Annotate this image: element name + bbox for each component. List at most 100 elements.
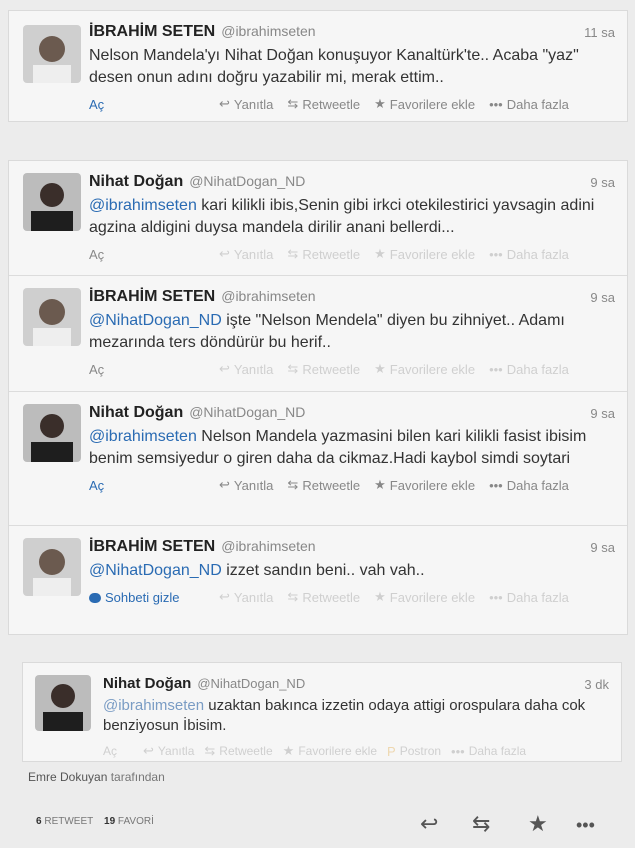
avatar[interactable] bbox=[23, 538, 81, 596]
more-icon: ••• bbox=[489, 96, 503, 112]
mention-link[interactable]: @NihatDogan_ND bbox=[89, 312, 222, 329]
tweet-time[interactable]: 9 sa bbox=[590, 175, 615, 190]
more-icon: ••• bbox=[489, 246, 503, 262]
reply-icon: ↩ bbox=[219, 477, 230, 492]
retweeted-by: Emre Dokuyan tarafından bbox=[28, 770, 165, 784]
postron-button[interactable]: P Postron bbox=[387, 744, 441, 759]
user-handle[interactable]: @NihatDogan_ND bbox=[189, 173, 305, 189]
tweet-time[interactable]: 9 sa bbox=[590, 406, 615, 421]
retweet-button[interactable]: ⇆ Retweetle bbox=[287, 361, 360, 377]
expand-link[interactable]: Aç bbox=[89, 97, 219, 112]
tweet-text: Nelson Mandela'yı Nihat Doğan konuşuyor … bbox=[89, 47, 579, 86]
avatar[interactable] bbox=[23, 288, 81, 346]
more-button[interactable]: ••• Daha fazla bbox=[489, 590, 569, 605]
favorite-button[interactable]: ★ Favorilere ekle bbox=[374, 96, 475, 112]
avatar[interactable] bbox=[35, 675, 91, 731]
avatar[interactable] bbox=[23, 25, 81, 83]
postron-icon: P bbox=[387, 743, 396, 759]
reply-icon: ↩ bbox=[219, 96, 230, 111]
reply-button[interactable]: ↩ Yanıtla bbox=[219, 96, 273, 112]
reply-button[interactable]: ↩ Yanıtla bbox=[143, 743, 194, 759]
expand-link[interactable]: Aç bbox=[89, 362, 219, 377]
star-icon: ★ bbox=[374, 246, 386, 261]
star-icon: ★ bbox=[282, 743, 295, 758]
user-handle[interactable]: @ibrahimseten bbox=[221, 23, 315, 39]
user-name[interactable]: Nihat Doğan bbox=[89, 173, 183, 191]
star-icon[interactable]: ★ bbox=[528, 811, 548, 837]
mention-link[interactable]: @ibrahimseten bbox=[103, 697, 204, 714]
user-handle[interactable]: @NihatDogan_ND bbox=[197, 676, 305, 691]
user-name[interactable]: İBRAHİM SETEN bbox=[89, 288, 215, 306]
star-icon: ★ bbox=[374, 96, 386, 111]
user-handle[interactable]: @ibrahimseten bbox=[221, 538, 315, 554]
retweet-button[interactable]: ⇆ Retweetle bbox=[287, 96, 360, 112]
retweeter-link[interactable]: Emre Dokuyan bbox=[28, 770, 107, 784]
tweet-4: 9 sa Nihat Doğan @NihatDogan_ND @ibrahim… bbox=[9, 392, 627, 525]
tweet-5: 9 sa İBRAHİM SETEN @ibrahimseten @NihatD… bbox=[9, 526, 627, 636]
expand-link[interactable]: Aç bbox=[89, 247, 219, 262]
star-icon: ★ bbox=[374, 477, 386, 492]
retweet-button[interactable]: ⇆ Retweetle bbox=[204, 743, 272, 759]
tweet-time[interactable]: 9 sa bbox=[590, 290, 615, 305]
avatar[interactable] bbox=[23, 404, 81, 462]
tweet-stats: 6 RETWEET 19 FAVORİ bbox=[36, 816, 154, 827]
more-icon: ••• bbox=[489, 361, 503, 377]
more-icon: ••• bbox=[489, 589, 503, 605]
tweet-3: 9 sa İBRAHİM SETEN @ibrahimseten @NihatD… bbox=[9, 276, 627, 391]
more-button[interactable]: ••• Daha fazla bbox=[489, 247, 569, 262]
user-name[interactable]: İBRAHİM SETEN bbox=[89, 538, 215, 556]
reply-icon: ↩ bbox=[143, 743, 154, 758]
mention-link[interactable]: @ibrahimseten bbox=[89, 197, 197, 214]
mention-link[interactable]: @ibrahimseten bbox=[89, 428, 197, 445]
chat-bubble-icon bbox=[89, 593, 101, 604]
reply-icon: ↩ bbox=[219, 589, 230, 604]
favorite-button[interactable]: ★ Favorilere ekle bbox=[283, 743, 377, 759]
tweet-text: @NihatDogan_ND izzet sandın beni.. vah v… bbox=[89, 562, 425, 579]
retweet-icon: ⇆ bbox=[204, 743, 216, 758]
user-name[interactable]: Nihat Doğan bbox=[89, 404, 183, 422]
favorite-button[interactable]: ★ Favorilere ekle bbox=[374, 477, 475, 493]
retweet-icon: ⇆ bbox=[287, 96, 299, 111]
favorite-button[interactable]: ★ Favorilere ekle bbox=[374, 589, 475, 605]
final-tweet-card: 3 dk Nihat Doğan @NihatDogan_ND @ibrahim… bbox=[22, 662, 622, 762]
tweet-time[interactable]: 11 sa bbox=[584, 25, 615, 40]
more-icon[interactable]: ••• bbox=[576, 815, 595, 836]
user-name[interactable]: Nihat Doğan bbox=[103, 675, 191, 692]
user-name[interactable]: İBRAHİM SETEN bbox=[89, 23, 215, 41]
expand-link[interactable]: Aç bbox=[89, 478, 219, 493]
retweet-icon: ⇆ bbox=[287, 361, 299, 376]
reply-icon: ↩ bbox=[219, 361, 230, 376]
favorite-button[interactable]: ★ Favorilere ekle bbox=[374, 246, 475, 262]
more-button[interactable]: ••• Daha fazla bbox=[489, 362, 569, 377]
reply-button[interactable]: ↩ Yanıtla bbox=[219, 246, 273, 262]
avatar[interactable] bbox=[23, 173, 81, 231]
more-button[interactable]: ••• Daha fazla bbox=[489, 478, 569, 493]
mention-link[interactable]: @NihatDogan_ND bbox=[89, 562, 222, 579]
reply-button[interactable]: ↩ Yanıtla bbox=[219, 361, 273, 377]
expand-link[interactable]: Aç bbox=[103, 744, 143, 758]
more-button[interactable]: ••• Daha fazla bbox=[489, 97, 569, 112]
retweet-icon: ⇆ bbox=[287, 589, 299, 604]
retweet-button[interactable]: ⇆ Retweetle bbox=[287, 246, 360, 262]
reply-icon[interactable]: ↩ bbox=[420, 811, 438, 837]
user-handle[interactable]: @NihatDogan_ND bbox=[189, 404, 305, 420]
more-icon: ••• bbox=[451, 743, 465, 759]
more-button[interactable]: ••• Daha fazla bbox=[451, 744, 526, 759]
retweet-icon[interactable]: ⇆ bbox=[472, 811, 490, 837]
retweet-count[interactable]: 6 bbox=[36, 816, 42, 827]
hide-conversation-link[interactable]: Sohbeti gizle bbox=[89, 590, 219, 605]
favorite-count[interactable]: 19 bbox=[104, 816, 115, 827]
tweet-text: @NihatDogan_ND işte "Nelson Mendela" diy… bbox=[89, 312, 565, 351]
user-handle[interactable]: @ibrahimseten bbox=[221, 288, 315, 304]
favorite-button[interactable]: ★ Favorilere ekle bbox=[374, 361, 475, 377]
star-icon: ★ bbox=[374, 589, 386, 604]
tweet-time[interactable]: 9 sa bbox=[590, 540, 615, 555]
tweet-text: @ibrahimseten uzaktan bakınca izzetin od… bbox=[103, 697, 586, 734]
tweet-time[interactable]: 3 dk bbox=[584, 677, 609, 692]
retweet-button[interactable]: ⇆ Retweetle bbox=[287, 589, 360, 605]
retweet-button[interactable]: ⇆ Retweetle bbox=[287, 477, 360, 493]
retweet-icon: ⇆ bbox=[287, 477, 299, 492]
reply-button[interactable]: ↩ Yanıtla bbox=[219, 477, 273, 493]
tweet-2: 9 sa Nihat Doğan @NihatDogan_ND @ibrahim… bbox=[9, 161, 627, 275]
reply-button[interactable]: ↩ Yanıtla bbox=[219, 589, 273, 605]
